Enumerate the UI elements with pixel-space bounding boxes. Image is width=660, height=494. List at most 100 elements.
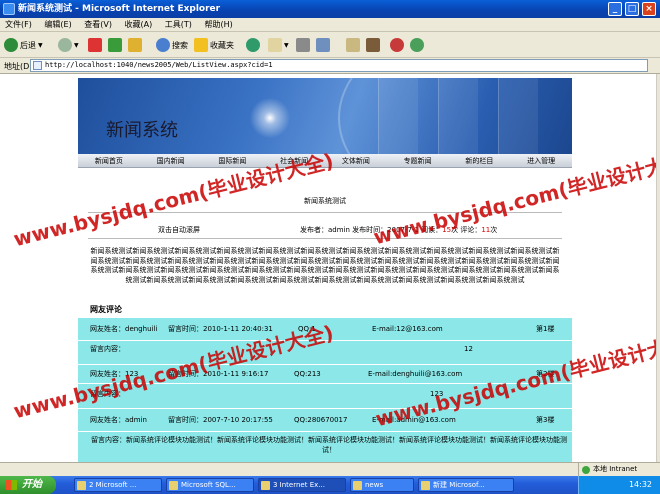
nav-home[interactable]: 新闻首页 <box>78 154 140 167</box>
start-button[interactable]: 开始 <box>0 476 56 494</box>
research-icon <box>366 38 380 52</box>
plugin-icon <box>410 38 424 52</box>
history-icon <box>246 38 260 52</box>
address-label: 地址(D) <box>4 62 33 71</box>
nav-new-column[interactable]: 新的栏目 <box>449 154 511 167</box>
nav-society[interactable]: 社会新闻 <box>263 154 325 167</box>
address-url: http://localhost:1040/news2005/Web/ListV… <box>45 61 273 69</box>
windows-logo-icon <box>6 480 17 490</box>
folder-icon <box>353 481 362 490</box>
meta-prefix: 发布者：admin 发布时间：2007-7-1 阅读： <box>300 226 443 234</box>
menu-help[interactable]: 帮助(H) <box>199 18 237 32</box>
search-button[interactable]: 搜索 <box>156 36 188 54</box>
nav-domestic[interactable]: 国内新闻 <box>140 154 202 167</box>
comment-author: 网友姓名：denghuili <box>90 325 158 333</box>
banner-decoration <box>338 78 572 154</box>
address-input[interactable]: http://localhost:1040/news2005/Web/ListV… <box>30 59 648 72</box>
divider <box>88 212 562 213</box>
mail-icon <box>268 38 282 52</box>
minimize-button[interactable]: _ <box>608 2 622 16</box>
task-label: Microsoft SQL... <box>181 481 236 489</box>
back-button[interactable]: 后退 ▼ <box>4 36 43 54</box>
zone-label: 本地 Intranet <box>593 465 638 473</box>
menu-view[interactable]: 查看(V) <box>79 18 117 32</box>
menu-edit[interactable]: 编辑(E) <box>39 18 76 32</box>
search-icon <box>156 38 170 52</box>
meta-suffix: 次 <box>490 226 498 234</box>
comment-time: 留言时间：2010-1-11 9:16:17 <box>168 370 269 378</box>
comment-content: 123 <box>430 390 444 398</box>
comment-count: 11 <box>481 226 491 234</box>
comment-time: 留言时间：2010-1-11 20:40:31 <box>168 325 273 333</box>
clock[interactable]: 14:32 <box>629 480 652 489</box>
favorites-label: 收藏夹 <box>210 40 234 50</box>
comment-floor: 第3楼 <box>536 416 555 424</box>
auto-scroll-link[interactable]: 双击自动滚屏 <box>158 225 200 235</box>
comment-content-block: 留言内容：新闻系统评论模块功能测试！新闻系统评论模块功能测试！新闻系统评论模块功… <box>90 435 568 455</box>
toolbar: 后退 ▼ ▼ 搜索 收藏夹 ▼ <box>0 32 660 58</box>
app-icon <box>421 481 430 490</box>
comment-author: 网友姓名：123 <box>90 370 139 378</box>
tools-extra-button[interactable] <box>410 36 424 54</box>
taskbar-item[interactable]: Microsoft SQL... <box>166 478 254 492</box>
comment-email: E-mail:denghuili@163.com <box>368 370 463 378</box>
messenger-button[interactable] <box>390 36 404 54</box>
app-icon <box>261 481 270 490</box>
site-title: 新闻系统 <box>106 120 178 141</box>
comment-content-row: 留言内容： 12 <box>78 341 572 364</box>
taskbar-item[interactable]: news <box>350 478 414 492</box>
divider <box>88 238 562 239</box>
taskbar-item[interactable]: 新建 Microsof... <box>418 478 514 492</box>
app-icon <box>169 481 178 490</box>
menu-tools[interactable]: 工具(T) <box>160 18 197 32</box>
print-button[interactable] <box>296 36 310 54</box>
security-zone: 本地 Intranet <box>578 463 637 477</box>
discuss-icon <box>346 38 360 52</box>
page-viewport: 新闻系统 新闻首页 国内新闻 国际新闻 社会新闻 文体新闻 专题新闻 新的栏目 … <box>0 74 660 462</box>
menu-file[interactable]: 文件(F) <box>0 18 37 32</box>
site-banner: 新闻系统 <box>78 78 572 154</box>
comment-content: 12 <box>464 345 473 353</box>
discuss-button[interactable] <box>346 36 360 54</box>
main-nav: 新闻首页 国内新闻 国际新闻 社会新闻 文体新闻 专题新闻 新的栏目 进入管理 <box>78 154 572 168</box>
back-arrow-icon <box>4 38 18 52</box>
article-meta: 发布者：admin 发布时间：2007-7-1 阅读：15次 评论：11次 <box>300 225 497 235</box>
back-label: 后退 <box>20 40 36 50</box>
comment-qq: QQ:280670017 <box>294 416 348 424</box>
window-titlebar[interactable]: 新闻系统测试 - Microsoft Internet Explorer _ □… <box>0 0 660 18</box>
comment-floor: 第1楼 <box>536 325 555 333</box>
forward-button[interactable]: ▼ <box>58 36 79 54</box>
vertical-scrollbar[interactable] <box>656 74 660 462</box>
home-button[interactable] <box>128 36 142 54</box>
comment-content-label: 留言内容： <box>90 390 125 398</box>
close-button[interactable]: × <box>642 2 656 16</box>
meta-mid: 次 评论： <box>451 226 482 234</box>
taskbar-item-active[interactable]: 3 Internet Ex... <box>258 478 346 492</box>
comment-content: 新闻系统评论模块功能测试！新闻系统评论模块功能测试！新闻系统评论模块功能测试！新… <box>126 436 567 454</box>
comment-header-row: 网友姓名：denghuili 留言时间：2010-1-11 20:40:31 Q… <box>78 318 572 340</box>
comment-qq: QQ:1 <box>298 325 316 333</box>
maximize-button[interactable]: □ <box>625 2 639 16</box>
chevron-down-icon: ▼ <box>38 41 43 49</box>
home-icon <box>128 38 142 52</box>
mail-button[interactable]: ▼ <box>268 36 289 54</box>
nav-international[interactable]: 国际新闻 <box>202 154 264 167</box>
stop-button[interactable] <box>88 36 102 54</box>
edit-button[interactable] <box>316 36 330 54</box>
history-button[interactable] <box>246 36 260 54</box>
intranet-icon <box>582 466 590 474</box>
refresh-button[interactable] <box>108 36 122 54</box>
nav-culture-sports[interactable]: 文体新闻 <box>325 154 387 167</box>
taskbar-item[interactable]: 2 Microsoft ... <box>74 478 162 492</box>
page-icon <box>33 61 42 70</box>
research-button[interactable] <box>366 36 380 54</box>
chevron-down-icon: ▼ <box>74 41 79 49</box>
nav-admin[interactable]: 进入管理 <box>510 154 572 167</box>
menu-favorites[interactable]: 收藏(A) <box>120 18 158 32</box>
news-page: 新闻系统 新闻首页 国内新闻 国际新闻 社会新闻 文体新闻 专题新闻 新的栏目 … <box>78 78 572 462</box>
comment-qq: QQ:213 <box>294 370 321 378</box>
taskbar: 开始 2 Microsoft ... Microsoft SQL... 3 In… <box>0 476 660 494</box>
favorites-button[interactable]: 收藏夹 <box>194 36 234 54</box>
comment-header-row: 网友姓名：admin 留言时间：2007-7-10 20:17:55 QQ:28… <box>78 409 572 431</box>
nav-special[interactable]: 专题新闻 <box>387 154 449 167</box>
